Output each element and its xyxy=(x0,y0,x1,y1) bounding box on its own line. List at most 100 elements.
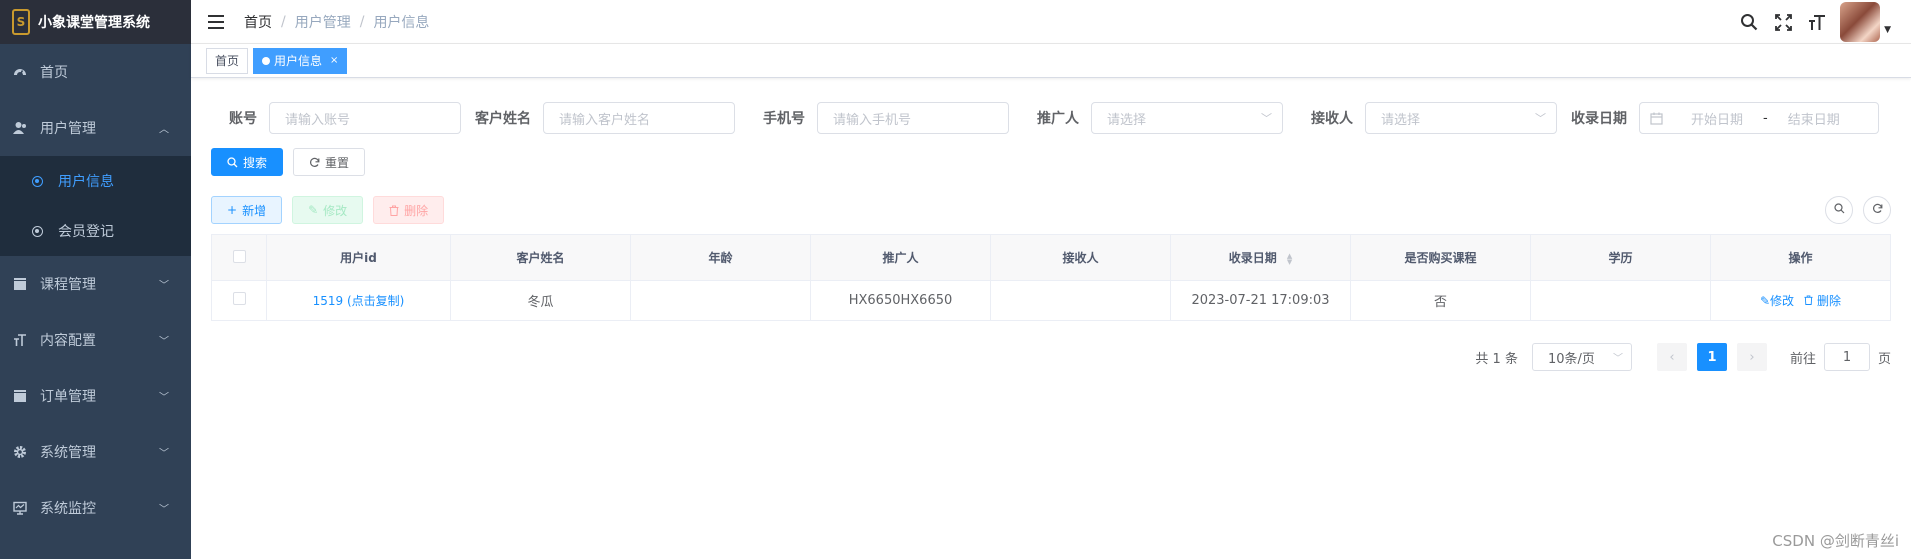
chevron-down-icon: ﹀ xyxy=(159,392,169,404)
account-input[interactable]: 请输入账号 xyxy=(269,102,461,134)
refresh-button[interactable] xyxy=(1863,196,1891,224)
toggle-search-button[interactable] xyxy=(1825,196,1853,224)
reset-button[interactable]: 重置 xyxy=(293,148,366,176)
cell-id: 1519 (点击复制) xyxy=(266,280,451,321)
search-actions: 搜索 重置 xyxy=(211,148,1891,176)
column-header-age: 年龄 xyxy=(630,234,811,281)
column-header-purchased: 是否购买课程 xyxy=(1350,234,1531,281)
sidebar-item-label: 课程管理 xyxy=(40,277,96,293)
sidebar-item-course-management[interactable]: 课程管理 ﹀ xyxy=(0,256,191,312)
search-button[interactable]: 搜索 xyxy=(211,148,284,176)
cell-actions: ✎修改 删除 xyxy=(1710,280,1891,321)
sidebar-item-user-management[interactable]: 用户管理 ︿ xyxy=(0,100,191,156)
goto-page-input[interactable]: 1 xyxy=(1823,343,1870,371)
sidebar-item-home[interactable]: 首页 xyxy=(0,44,191,100)
date-label: 收录日期 xyxy=(1571,111,1627,127)
promoter-select[interactable]: 请选择 ﹀ xyxy=(1091,102,1283,134)
breadcrumb-item-home[interactable]: 首页 xyxy=(244,12,272,32)
select-all-checkbox[interactable] xyxy=(232,249,246,263)
sidebar-item-order-management[interactable]: 订单管理 ﹀ xyxy=(0,368,191,424)
goto-suffix: 页 xyxy=(1877,351,1891,367)
date-range-picker[interactable]: 开始日期 - 结束日期 xyxy=(1639,102,1879,134)
cell-purchased: 否 xyxy=(1350,280,1531,321)
delete-button[interactable]: 删除 xyxy=(373,196,445,224)
account-label: 账号 xyxy=(229,111,257,127)
column-header-id: 用户id xyxy=(266,234,451,281)
row-delete-button[interactable]: 删除 xyxy=(1804,294,1841,308)
refresh-icon xyxy=(309,157,320,168)
sidebar-item-system-monitor[interactable]: 系统监控 ﹀ xyxy=(0,480,191,536)
plus-icon: + xyxy=(227,203,238,217)
edit-icon: ✎ xyxy=(1759,294,1771,308)
promoter-label: 推广人 xyxy=(1037,111,1079,127)
page-size-select[interactable]: 10条/页 ﹀ xyxy=(1531,343,1632,371)
column-header-education: 学历 xyxy=(1530,234,1711,281)
cell-promoter: HX6650HX6650 xyxy=(810,280,991,321)
page-jumper: 前往 1 页 xyxy=(1790,343,1891,371)
sidebar-item-content-config[interactable]: 内容配置 ﹀ xyxy=(0,312,191,368)
sort-icon[interactable]: ▲ ▼ xyxy=(1287,252,1292,265)
cell-age xyxy=(630,280,811,321)
copy-id-link[interactable]: 1519 (点击复制) xyxy=(313,294,405,308)
table-header: 用户id 客户姓名 年龄 推广人 接收人 收录日期 ▲ ▼ 是否购买课程 学历 操… xyxy=(211,234,1891,281)
select-all-cell xyxy=(211,234,267,281)
watermark: CSDN @剑断青丝i xyxy=(1772,532,1899,550)
column-header-receiver: 接收人 xyxy=(990,234,1171,281)
next-page-button[interactable]: › xyxy=(1736,343,1767,371)
column-header-date[interactable]: 收录日期 ▲ ▼ xyxy=(1170,234,1351,281)
cell-name: 冬瓜 xyxy=(450,280,631,321)
hamburger-icon[interactable] xyxy=(208,14,224,29)
tag-label: 用户信息 xyxy=(274,54,323,68)
end-date-input[interactable]: 结束日期 xyxy=(1774,109,1854,128)
phone-label: 手机号 xyxy=(763,111,805,127)
tags-view: 首页 用户信息 × xyxy=(191,44,1911,78)
caret-down-icon[interactable]: ▼ xyxy=(1884,25,1891,35)
user-table: 用户id 客户姓名 年龄 推广人 接收人 收录日期 ▲ ▼ 是否购买课程 学历 操… xyxy=(211,234,1891,321)
text-size-icon[interactable] xyxy=(1806,11,1828,33)
close-icon[interactable]: × xyxy=(330,55,338,66)
receiver-select[interactable]: 请选择 ﹀ xyxy=(1365,102,1557,134)
chevron-down-icon: ﹀ xyxy=(159,280,169,292)
row-edit-button[interactable]: ✎修改 xyxy=(1760,294,1794,308)
sidebar-item-label: 订单管理 xyxy=(40,389,96,405)
clapper-icon xyxy=(12,388,28,404)
add-button[interactable]: + 新增 xyxy=(211,196,283,224)
tag-user-info[interactable]: 用户信息 × xyxy=(253,47,348,74)
chevron-down-icon: ﹀ xyxy=(159,336,169,348)
cell-education xyxy=(1530,280,1711,321)
customer-name-input[interactable]: 请输入客户姓名 xyxy=(543,102,735,134)
row-checkbox[interactable] xyxy=(232,292,246,305)
search-form: 账号 请输入账号 客户姓名 请输入客户姓名 手机号 请输入手机号 推广人 请选择… xyxy=(211,102,1891,134)
radio-dot-icon xyxy=(32,225,43,237)
chevron-right-icon: › xyxy=(1749,349,1755,365)
start-date-input[interactable]: 开始日期 xyxy=(1677,109,1757,128)
chevron-up-icon: ︿ xyxy=(159,124,169,136)
edit-button[interactable]: ✎ 修改 xyxy=(292,196,364,224)
page-number-1[interactable]: 1 xyxy=(1696,343,1727,371)
active-dot-icon xyxy=(262,56,271,65)
cell-date: 2023-07-21 17:09:03 xyxy=(1170,280,1351,321)
tag-home[interactable]: 首页 xyxy=(206,47,249,74)
sidebar-item-label: 会员登记 xyxy=(58,224,114,240)
logo-icon: S xyxy=(12,9,30,35)
sidebar-item-user-info[interactable]: 用户信息 xyxy=(0,156,191,206)
submenu-user-management: 用户信息 会员登记 xyxy=(0,156,191,256)
fullscreen-icon[interactable] xyxy=(1772,11,1794,33)
logo[interactable]: S 小象课堂管理系统 xyxy=(0,0,191,44)
sidebar-item-system-management[interactable]: 系统管理 ﹀ xyxy=(0,424,191,480)
breadcrumb-separator: / xyxy=(359,13,365,30)
customer-name-label: 客户姓名 xyxy=(475,111,531,127)
sidebar-item-label: 用户管理 xyxy=(40,121,96,137)
phone-input[interactable]: 请输入手机号 xyxy=(817,102,1009,134)
prev-page-button[interactable]: ‹ xyxy=(1656,343,1687,371)
chevron-down-icon: ﹀ xyxy=(1612,353,1623,365)
search-icon[interactable] xyxy=(1738,11,1760,33)
sidebar: S 小象课堂管理系统 首页 用户管理 ︿ 用户信息 会员登记 课程管理 ﹀ 内容… xyxy=(0,0,191,559)
main-area: 首页 / 用户管理 / 用户信息 ▼ 首页 用户信息 × 账号 请输入账号 客户… xyxy=(191,0,1911,559)
sidebar-item-label: 用户信息 xyxy=(58,174,114,190)
avatar[interactable] xyxy=(1840,2,1881,42)
edit-icon: ✎ xyxy=(308,203,319,217)
sidebar-item-member-register[interactable]: 会员登记 xyxy=(0,206,191,256)
sidebar-item-label: 系统监控 xyxy=(40,501,96,517)
search-icon xyxy=(227,156,238,168)
